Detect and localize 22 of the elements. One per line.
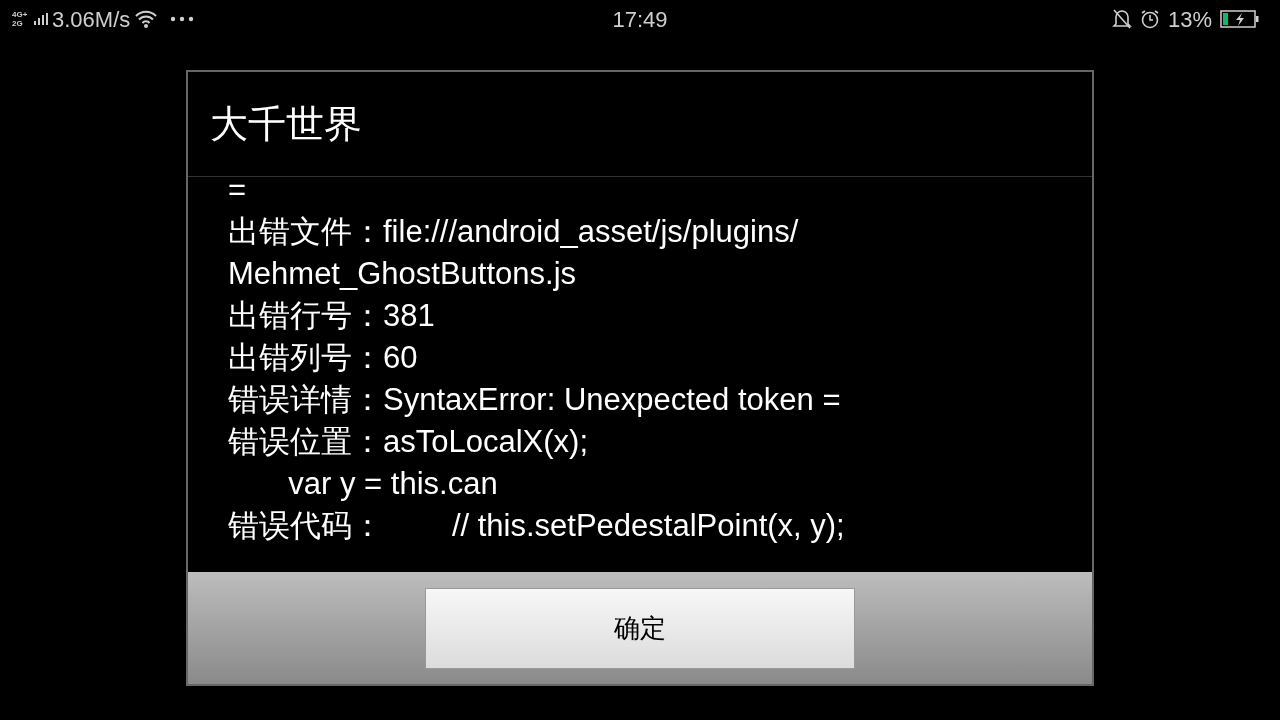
error-text-line: 错误详情：SyntaxError: Unexpected token = (228, 381, 842, 419)
wifi-icon (134, 9, 159, 29)
signal-icon (34, 13, 48, 25)
clock: 17:49 (612, 5, 668, 34)
error-text-line: 错误位置：asToLocalX(x); (228, 423, 590, 461)
error-text-line: 出错文件：file:///android_asset/js/plugins/ (228, 213, 800, 251)
network-type: 4G+ (12, 10, 29, 19)
alarm-icon (1139, 9, 1160, 29)
error-text-line: Mehmet_GhostButtons.js (228, 255, 578, 293)
dialog-title: 大千世界 (210, 101, 362, 147)
network-speed: 3.06M/s (52, 5, 131, 34)
network-type: 2G (12, 19, 24, 28)
error-text-line: 出错行号：381 (228, 297, 436, 335)
battery-charging-icon (1220, 10, 1260, 28)
battery-percent: 13% (1167, 5, 1212, 34)
more-icon (170, 16, 195, 22)
confirm-button[interactable]: 确定 (425, 587, 855, 669)
error-text-line: = (228, 171, 248, 209)
error-text-line: 错误代码： // this.setPedestalPoint(x, y); (228, 507, 846, 545)
error-text-line: 出错列号：60 (228, 339, 419, 377)
muted-bell-icon (1111, 8, 1132, 30)
error-text-line: var y = this.can (287, 465, 499, 503)
